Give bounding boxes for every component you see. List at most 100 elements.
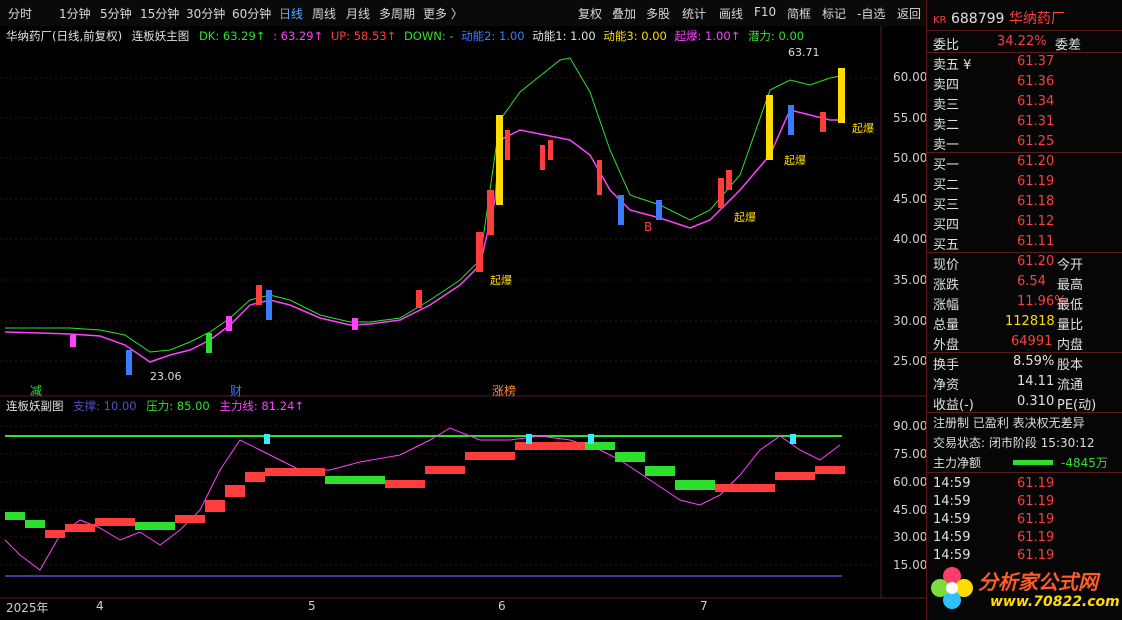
x-label: 7: [700, 599, 708, 613]
x-label: 4: [96, 599, 104, 613]
stat-value: 6.54: [1017, 274, 1046, 289]
tick-price: 61.19: [1017, 476, 1055, 491]
tick-time: 14:59: [933, 476, 971, 491]
divider: [927, 252, 1122, 253]
tab-30min[interactable]: 30分钟: [186, 5, 225, 22]
tab-5min[interactable]: 5分钟: [100, 5, 132, 22]
tick-row: 14:59 61.19: [933, 530, 1054, 548]
tab-weekly[interactable]: 周线: [312, 5, 336, 22]
ask-label: 卖五 ¥: [933, 58, 972, 73]
stat-label: PE(动): [1057, 398, 1097, 413]
weibi-value: 34.22%: [997, 34, 1047, 49]
weibi-label: 委比: [933, 38, 960, 53]
stat-label: 涨跌: [933, 278, 960, 293]
stat-row: 外盘 64991 内盘: [933, 334, 1083, 353]
stock-title: KR 688799 华纳药厂: [933, 8, 1065, 27]
dk2-value: : 63.29↑: [273, 29, 324, 43]
up-value: UP: 58.53↑: [330, 29, 397, 43]
ask-price: 61.31: [1017, 114, 1055, 129]
tab-1min[interactable]: 1分钟: [59, 5, 91, 22]
btn-draw[interactable]: 画线: [719, 5, 743, 22]
tick-row: 14:59 61.19: [933, 476, 1054, 494]
bid-price: 61.18: [1017, 194, 1055, 209]
main-force-steps: [5, 442, 845, 538]
stat-value: 0.310: [1017, 394, 1055, 409]
stat-value: 8.59%: [1013, 354, 1055, 369]
stat-label: 外盘: [933, 338, 960, 353]
btn-multi-stock[interactable]: 多股: [646, 5, 670, 22]
net-label: 主力净额: [933, 456, 982, 470]
main-indicator-header: 华纳药厂(日线,前复权) 连板妖主图 DK: 63.29↑ : 63.29↑ U…: [6, 28, 804, 44]
net-value: -4845万: [1061, 456, 1108, 470]
btn-mark[interactable]: 标记: [822, 5, 846, 22]
stock-name: 华纳药厂: [1008, 11, 1065, 27]
ask-row: 卖四 61.36: [933, 74, 1054, 93]
bid-price: 61.12: [1017, 214, 1055, 229]
tab-daily[interactable]: 日线: [279, 5, 303, 22]
btn-simple-frame[interactable]: 简框: [787, 5, 811, 22]
tab-monthly[interactable]: 月线: [346, 5, 370, 22]
sub-indicator-header: 连板妖副图 支撑: 10.00 压力: 85.00 主力线: 81.24↑: [6, 398, 304, 414]
tick-time: 14:59: [933, 530, 971, 545]
stat-value: 61.20: [1017, 254, 1055, 269]
ask-price: 61.25: [1017, 134, 1055, 149]
indicator-name[interactable]: 连板妖主图: [132, 29, 190, 43]
btn-fuquan[interactable]: 复权: [578, 5, 602, 22]
bid-row: 买三 61.18: [933, 194, 1054, 213]
bid-row: 买五 61.11: [933, 234, 1054, 253]
net-row: 主力净额 -4845万: [933, 454, 1108, 472]
down-value: DOWN: -: [403, 29, 454, 43]
sub-y-label: 60.00: [893, 475, 928, 489]
btn-back[interactable]: 返回: [897, 5, 921, 22]
divider: [927, 152, 1122, 153]
x-label: 6: [498, 599, 506, 613]
y-label: 50.00: [893, 151, 928, 165]
divider: [927, 412, 1122, 413]
cai-marker: 财: [230, 384, 243, 398]
qibao-label: 起爆: [784, 154, 806, 167]
btn-stats[interactable]: 统计: [682, 5, 706, 22]
stat-label: 最高: [1057, 278, 1084, 293]
dongneng2-value: 动能2: 1.00: [461, 29, 525, 43]
chart-canvas: [0, 26, 926, 599]
bid-label: 买一: [933, 158, 960, 173]
stat-label: 内盘: [1057, 338, 1084, 353]
btn-f10[interactable]: F10: [754, 5, 776, 19]
tab-15min[interactable]: 15分钟: [140, 5, 179, 22]
y-label: 40.00: [893, 232, 928, 246]
y-label: 30.00: [893, 314, 928, 328]
flower-logo-icon: [931, 567, 973, 609]
qianli-value: 潜力: 0.00: [747, 29, 805, 43]
zhangbang-marker: 涨榜: [492, 384, 517, 398]
tick-price: 61.19: [1017, 512, 1055, 527]
sub-y-label: 15.00: [893, 558, 928, 572]
stat-value: 14.11: [1017, 374, 1055, 389]
sub-y-label: 45.00: [893, 503, 928, 517]
btn-overlay[interactable]: 叠加: [612, 5, 636, 22]
ask-row: 卖五 ¥ 61.37: [933, 54, 1054, 73]
kr-badge: KR: [933, 15, 947, 26]
stat-row: 涨幅 11.96% 最低: [933, 294, 1083, 313]
stat-label: 总量: [933, 318, 960, 333]
stat-label: 股本: [1057, 358, 1084, 373]
bid-row: 买四 61.12: [933, 214, 1054, 233]
stat-row: 涨跌 6.54 最高: [933, 274, 1083, 293]
tab-more[interactable]: 更多 〉: [423, 5, 463, 22]
tab-multi-period[interactable]: 多周期: [379, 5, 415, 22]
btn-watchlist[interactable]: -自选: [857, 5, 885, 22]
candles: [70, 68, 845, 375]
y-label: 35.00: [893, 273, 928, 287]
bid-price: 61.19: [1017, 174, 1055, 189]
dongneng3-value: 动能3: 0.00: [603, 29, 667, 43]
tab-60min[interactable]: 60分钟: [232, 5, 271, 22]
ask-label: 卖三: [933, 98, 960, 113]
chart-area[interactable]: 华纳药厂(日线,前复权) 连板妖主图 DK: 63.29↑ : 63.29↑ U…: [0, 26, 928, 620]
watermark-title: 分析家公式网: [978, 570, 1098, 594]
tab-fenshi[interactable]: 分时: [8, 5, 32, 22]
pressure-value: 压力: 85.00: [146, 399, 210, 413]
sub-oscillator: [4, 427, 841, 571]
stat-row: 换手 8.59% 股本: [933, 354, 1083, 373]
bid-label: 买五: [933, 238, 960, 253]
stat-row: 净资 14.11 流通: [933, 374, 1083, 393]
sub-indicator-name[interactable]: 连板妖副图: [6, 399, 64, 413]
